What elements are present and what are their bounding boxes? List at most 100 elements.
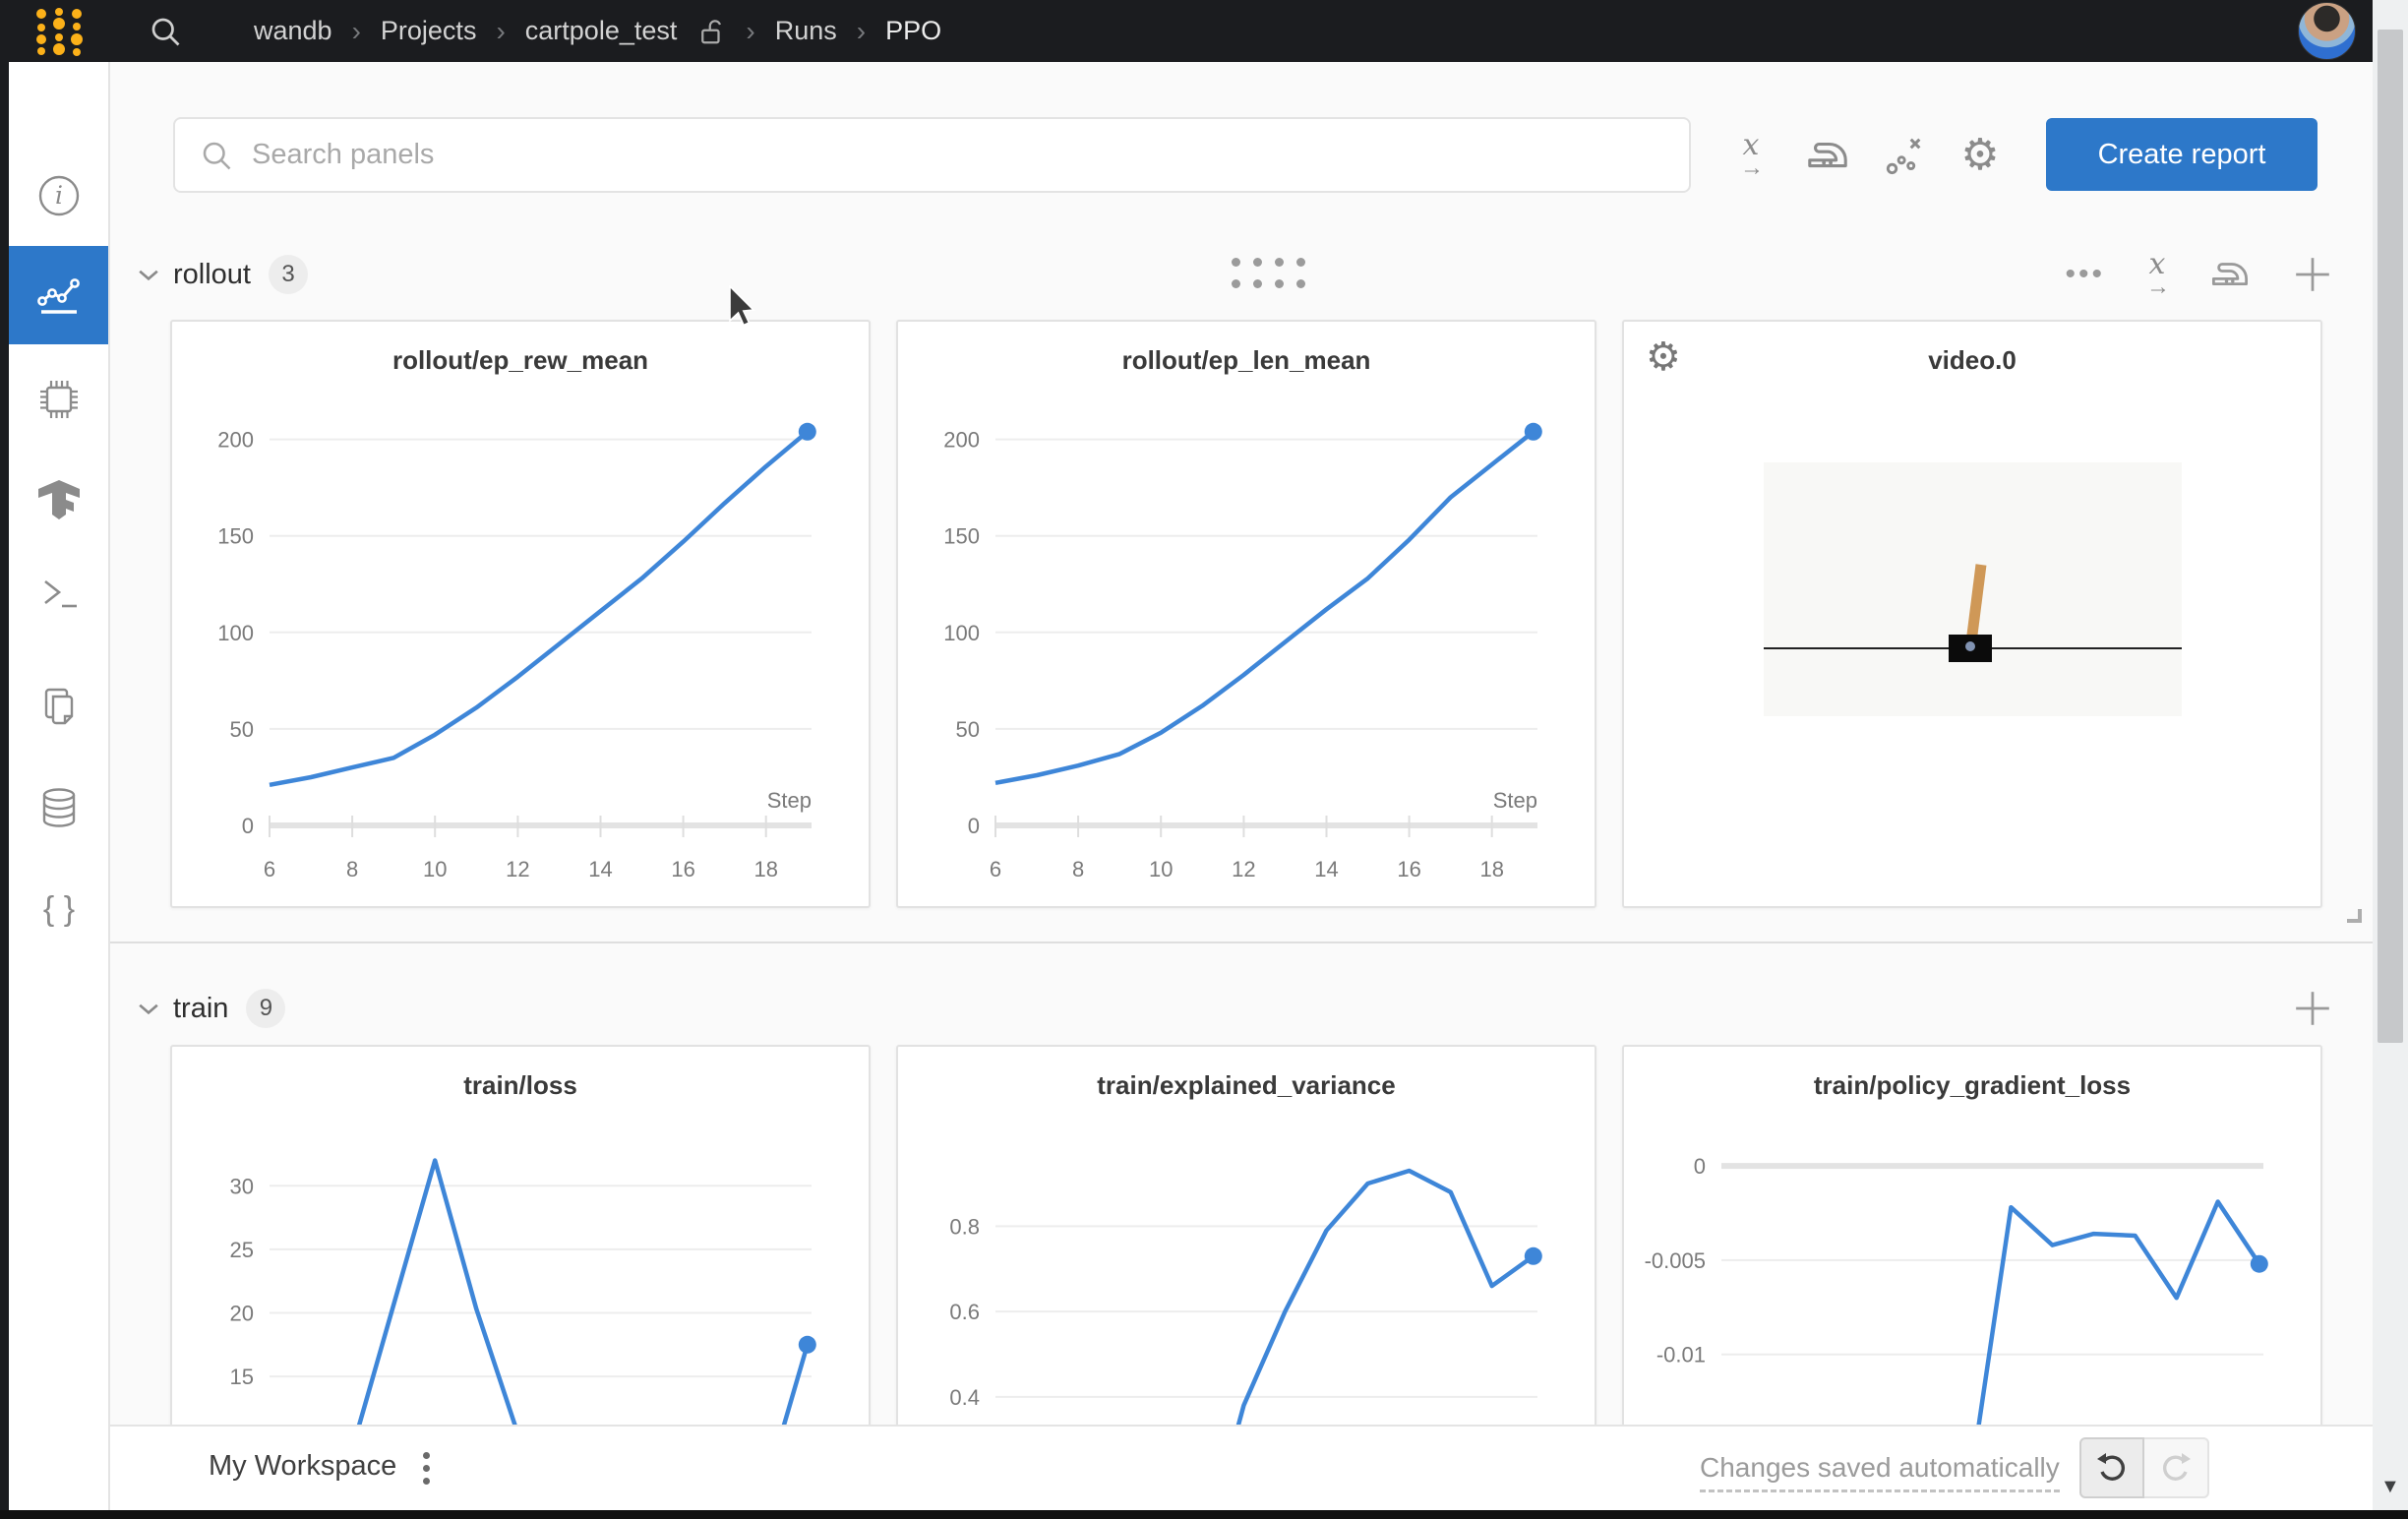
bottom-edge-strip [0, 1510, 2408, 1519]
chart-title: rollout/ep_rew_mean [172, 345, 869, 381]
add-panel-icon[interactable] [2292, 254, 2333, 295]
terminal-icon [35, 570, 83, 617]
search-panels-input[interactable] [252, 139, 1629, 171]
svg-text:12: 12 [1232, 857, 1255, 881]
video-title: video.0 [1624, 345, 2320, 381]
svg-text:14: 14 [1314, 857, 1338, 881]
add-panel-icon[interactable] [2292, 988, 2333, 1029]
svg-text:i: i [55, 181, 63, 210]
more-options-icon[interactable]: ••• [2065, 258, 2105, 291]
search-icon[interactable] [148, 14, 183, 49]
scrollbar-down-arrow-icon[interactable]: ▼ [2380, 1476, 2400, 1498]
x-axis-icon: x→ [1740, 131, 1762, 180]
svg-text:16: 16 [671, 857, 694, 881]
svg-text:-0.01: -0.01 [1656, 1343, 1706, 1367]
breadcrumb-project-name[interactable]: cartpole_test [525, 16, 678, 46]
user-avatar[interactable] [2298, 2, 2356, 60]
svg-text:200: 200 [217, 428, 254, 453]
redo-icon [2158, 1450, 2194, 1486]
page-scrollbar: ▼ [2373, 0, 2408, 1519]
breadcrumb-separator: › [352, 16, 361, 47]
svg-text:6: 6 [990, 857, 1001, 881]
lock-open-icon [696, 17, 726, 46]
sidebar-dark-edge [0, 62, 9, 1519]
svg-text:200: 200 [943, 428, 980, 453]
svg-text:-0.005: -0.005 [1645, 1248, 1706, 1273]
section-count-badge: 3 [269, 255, 308, 294]
line-chart[interactable]: 050100150200681012141618Step [898, 393, 1595, 889]
autosave-status-text[interactable]: Changes saved automatically [1700, 1452, 2060, 1492]
chart-title: train/loss [172, 1070, 869, 1106]
sidebar-item-files[interactable] [9, 657, 108, 756]
redo-button[interactable] [2144, 1437, 2209, 1498]
svg-text:50: 50 [230, 717, 254, 742]
outliers-settings-button[interactable] [1877, 126, 1932, 185]
svg-text:50: 50 [956, 717, 980, 742]
svg-text:8: 8 [346, 857, 358, 881]
video-panel[interactable]: ⚙ video.0 [1622, 320, 2322, 908]
iron-icon [1805, 133, 1850, 178]
chip-icon [34, 375, 84, 424]
x-axis-icon[interactable]: x→ [2146, 250, 2168, 299]
svg-text:0: 0 [1694, 1154, 1706, 1179]
chevron-down-icon[interactable] [138, 268, 159, 281]
breadcrumb-projects[interactable]: Projects [381, 16, 477, 46]
workspace-footer-bar: My Workspace Changes saved automatically [0, 1425, 2408, 1510]
files-icon [35, 683, 83, 730]
svg-text:100: 100 [943, 621, 980, 645]
svg-text:0.6: 0.6 [949, 1300, 980, 1324]
sidebar-item-artifacts[interactable] [9, 759, 108, 857]
svg-text:Step: Step [767, 788, 812, 813]
left-icon-rail: i [9, 62, 110, 1510]
chart-panel-ep-len-mean[interactable]: rollout/ep_len_mean 05010015020068101214… [896, 320, 1596, 908]
chart-title: train/policy_gradient_loss [1624, 1070, 2320, 1106]
svg-text:12: 12 [506, 857, 529, 881]
section-label-rollout[interactable]: rollout [173, 259, 251, 291]
undo-redo-group [2079, 1437, 2209, 1498]
svg-text:150: 150 [217, 524, 254, 549]
tensorflow-icon [35, 476, 83, 523]
sidebar-item-model[interactable] [9, 451, 108, 549]
gear-icon: ⚙ [1960, 134, 1999, 177]
workspace-menu-kebab-icon[interactable] [417, 1446, 436, 1490]
smoothing-settings-button[interactable] [1800, 126, 1855, 185]
chevron-down-icon[interactable] [138, 1002, 159, 1015]
section-header-train: train 9 [138, 984, 2333, 1033]
sidebar-item-system[interactable] [9, 350, 108, 449]
svg-text:100: 100 [217, 621, 254, 645]
svg-text:{ }: { } [42, 890, 74, 928]
sidebar-item-charts[interactable] [9, 246, 108, 344]
scrollbar-thumb[interactable] [2378, 30, 2403, 1043]
resize-handle-icon[interactable] [2343, 905, 2365, 927]
breadcrumb-separator: › [496, 16, 505, 47]
workspace-settings-button[interactable]: ⚙ [1953, 126, 2008, 185]
section-drag-handle-icon[interactable] [1232, 258, 1305, 288]
iron-icon[interactable] [2209, 254, 2251, 295]
gear-icon[interactable]: ⚙ [1646, 337, 1681, 377]
chart-title: train/explained_variance [898, 1070, 1595, 1106]
line-chart[interactable]: 050100150200681012141618Step [172, 393, 869, 889]
undo-button[interactable] [2079, 1437, 2144, 1498]
sidebar-item-config[interactable]: { } [9, 861, 108, 959]
svg-text:18: 18 [753, 857, 777, 881]
search-panels-bar [173, 117, 1691, 193]
create-report-button[interactable]: Create report [2046, 118, 2318, 191]
sidebar-item-overview[interactable]: i [9, 147, 108, 245]
cartpole-axle [1965, 641, 1975, 651]
breadcrumb-run-name[interactable]: PPO [885, 16, 941, 46]
sidebar-item-logs[interactable] [9, 544, 108, 642]
breadcrumb-runs[interactable]: Runs [775, 16, 837, 46]
x-axis-settings-button[interactable]: x→ [1723, 126, 1778, 185]
wandb-logo-icon[interactable] [31, 6, 90, 57]
line-chart-icon [34, 271, 84, 320]
cartpole-video-frame [1764, 462, 2182, 716]
svg-text:0: 0 [968, 814, 980, 838]
chart-panel-ep-rew-mean[interactable]: rollout/ep_rew_mean 05010015020068101214… [170, 320, 871, 908]
section-count-badge: 9 [246, 989, 285, 1028]
svg-text:14: 14 [588, 857, 612, 881]
breadcrumb-entity[interactable]: wandb [254, 16, 332, 46]
search-icon [199, 138, 234, 173]
section-label-train[interactable]: train [173, 993, 228, 1025]
scatter-x-icon [1882, 133, 1927, 178]
svg-text:25: 25 [230, 1238, 254, 1262]
